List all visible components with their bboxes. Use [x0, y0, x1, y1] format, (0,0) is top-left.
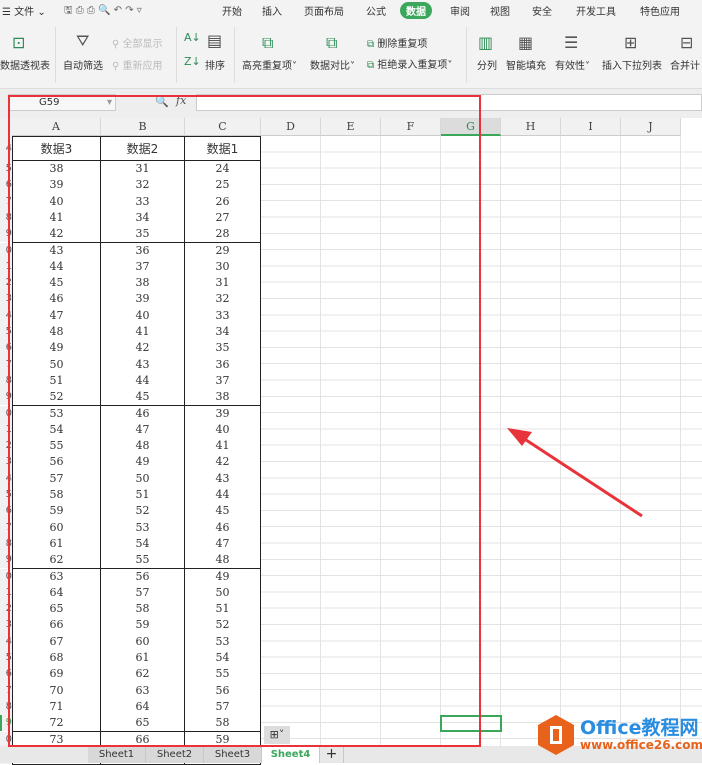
watermark-url: www.office26.com — [580, 738, 702, 752]
watermark-brand: Office教程网 — [580, 717, 699, 739]
watermark-logo: Office教程网 www.office26.com — [536, 711, 702, 761]
annotation-arrow — [507, 428, 643, 518]
